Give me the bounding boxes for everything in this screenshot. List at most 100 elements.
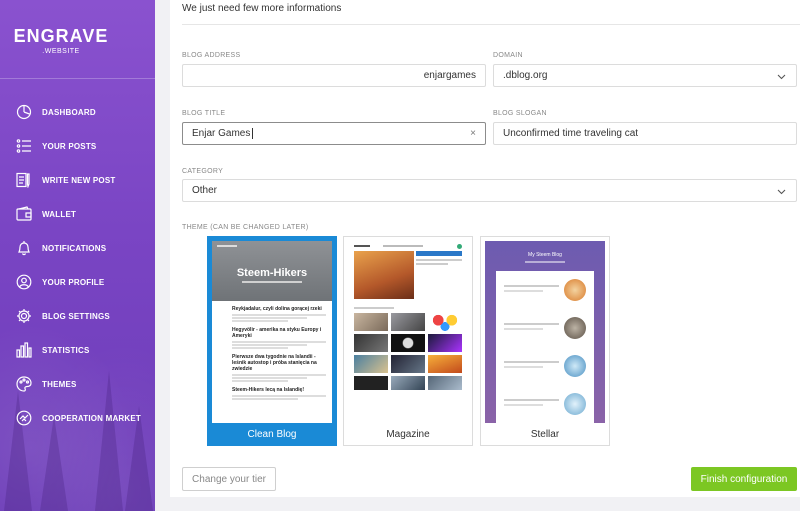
intro-text: We just need few more informations [182,3,342,14]
preview-text-line [232,314,326,316]
preview-menu [383,245,423,247]
preview-thumbnail [428,376,462,390]
sidebar-item-your-posts[interactable]: YOUR POSTS [0,129,155,163]
sidebar-item-cooperation-market[interactable]: COOPERATION MARKET [0,401,155,435]
sidebar-item-wallet[interactable]: WALLET [0,197,155,231]
sidebar-nav: DASHBOARD YOUR POSTS WRITE NEW POST WALL… [0,95,155,435]
preview-text-line [232,341,326,343]
preview-text-line [504,404,543,406]
sidebar-item-statistics[interactable]: STATISTICS [0,333,155,367]
preview-hero-title: Steem-Hikers [236,267,308,279]
preview-nav [348,241,468,251]
preview-hero-image [354,251,414,299]
sidebar-item-label: YOUR POSTS [42,141,97,151]
blog-title-input[interactable]: Enjar Games × [182,122,486,145]
blog-title-label: BLOG TITLE [182,110,226,117]
blog-slogan-input[interactable]: Unconfirmed time traveling cat [493,122,797,145]
dashboard-icon [15,103,33,121]
preview-post-image [564,393,586,415]
preview-post-text [504,279,559,317]
preview-post-image [564,317,586,339]
sidebar-item-your-profile[interactable]: YOUR PROFILE [0,265,155,299]
category-value: Other [192,185,218,196]
preview-post-list: Reykjadalur, czyli dolina gorącej rzeki … [212,301,332,400]
write-icon [15,171,33,189]
theme-label: THEME (CAN BE CHANGED LATER) [182,224,309,231]
handshake-icon [15,409,33,427]
preview-thumbnail [354,376,388,390]
sidebar-item-write-new-post[interactable]: WRITE NEW POST [0,163,155,197]
close-icon[interactable]: × [470,128,476,139]
preview-thumbnail [428,355,462,373]
preview-hero-image: Steem-Hikers [212,241,332,301]
preview-post [504,279,586,317]
sidebar-item-label: DASHBOARD [42,107,96,117]
preview-text-line [232,317,308,319]
preview-post-title: Hegyvölir - amerika na styku Europy i Am… [232,327,322,339]
preview-text-line [504,361,559,363]
sidebar-item-label: YOUR PROFILE [42,277,105,287]
chevron-down-icon [777,187,786,198]
preview-hero-side [416,251,462,299]
blog-address-input[interactable]: enjargames [182,64,486,87]
gear-icon [15,307,33,325]
preview-text-line [416,263,449,265]
preview-text-line [504,366,543,368]
preview-text-line [504,285,559,287]
preview-thumbnail [428,313,462,331]
preview-hero-subtitle [242,281,302,283]
logo[interactable]: ENGRAVE .WEBSITE [0,26,122,55]
preview-hero-title: My Steem Blog [528,252,562,258]
sidebar-item-blog-settings[interactable]: BLOG SETTINGS [0,299,155,333]
list-icon [15,137,33,155]
preview-post-image [564,355,586,377]
preview-hero [348,251,468,299]
change-tier-button[interactable]: Change your tier [182,467,276,491]
theme-name: Stellar [530,429,560,440]
preview-post-image [564,279,586,301]
logo-text: ENGRAVE [13,26,109,46]
preview-text-line [232,395,326,397]
theme-card-clean-blog[interactable]: Steem-Hikers Reykjadalur, czyli dolina g… [207,236,337,446]
preview-post [504,393,586,423]
preview-post-title: Steem-Hikers lecą na Islandię! [232,387,304,393]
theme-card-stellar[interactable]: My Steem Blog Stellar [480,236,610,446]
theme-preview: My Steem Blog [485,241,605,423]
bell-icon [15,239,33,257]
domain-select[interactable]: .dblog.org [493,64,797,87]
preview-post [504,355,586,393]
sidebar-item-dashboard[interactable]: DASHBOARD [0,95,155,129]
preview-logo [354,245,370,247]
category-select[interactable]: Other [182,179,797,202]
sidebar-item-notifications[interactable]: NOTIFICATIONS [0,231,155,265]
text-cursor [252,128,254,139]
preview-thumbnail [354,355,388,373]
preview-thumbnail [354,313,388,331]
preview-text-line [232,377,308,379]
blog-title-value: Enjar Games [192,128,251,139]
sidebar-item-themes[interactable]: THEMES [0,367,155,401]
preview-text-line [232,380,289,382]
sidebar: ENGRAVE .WEBSITE DASHBOARD YOUR POSTS WR… [0,0,155,511]
preview-hero-subtitle [525,261,565,263]
blog-slogan-value: Unconfirmed time traveling cat [503,128,639,139]
preview-thumbnail [391,334,425,352]
theme-name: Magazine [386,429,430,440]
preview-post-text [504,317,559,355]
preview-post [504,317,586,355]
sidebar-item-label: BLOG SETTINGS [42,311,110,321]
preview-hero-side-bar [416,251,462,256]
sidebar-item-label: WRITE NEW POST [42,175,116,185]
domain-label: DOMAIN [493,52,523,59]
header-divider [182,24,800,25]
preview-post-text [504,393,559,423]
sidebar-item-label: COOPERATION MARKET [42,413,142,423]
preview-thumbnail [354,334,388,352]
category-label: CATEGORY [182,168,224,175]
theme-card-magazine[interactable]: Magazine [343,236,473,446]
preview-nav [217,245,237,247]
preview-content [496,271,594,423]
preview-post-text [504,355,559,393]
preview-text-line [232,347,289,349]
finish-configuration-button[interactable]: Finish configuration [691,467,797,491]
